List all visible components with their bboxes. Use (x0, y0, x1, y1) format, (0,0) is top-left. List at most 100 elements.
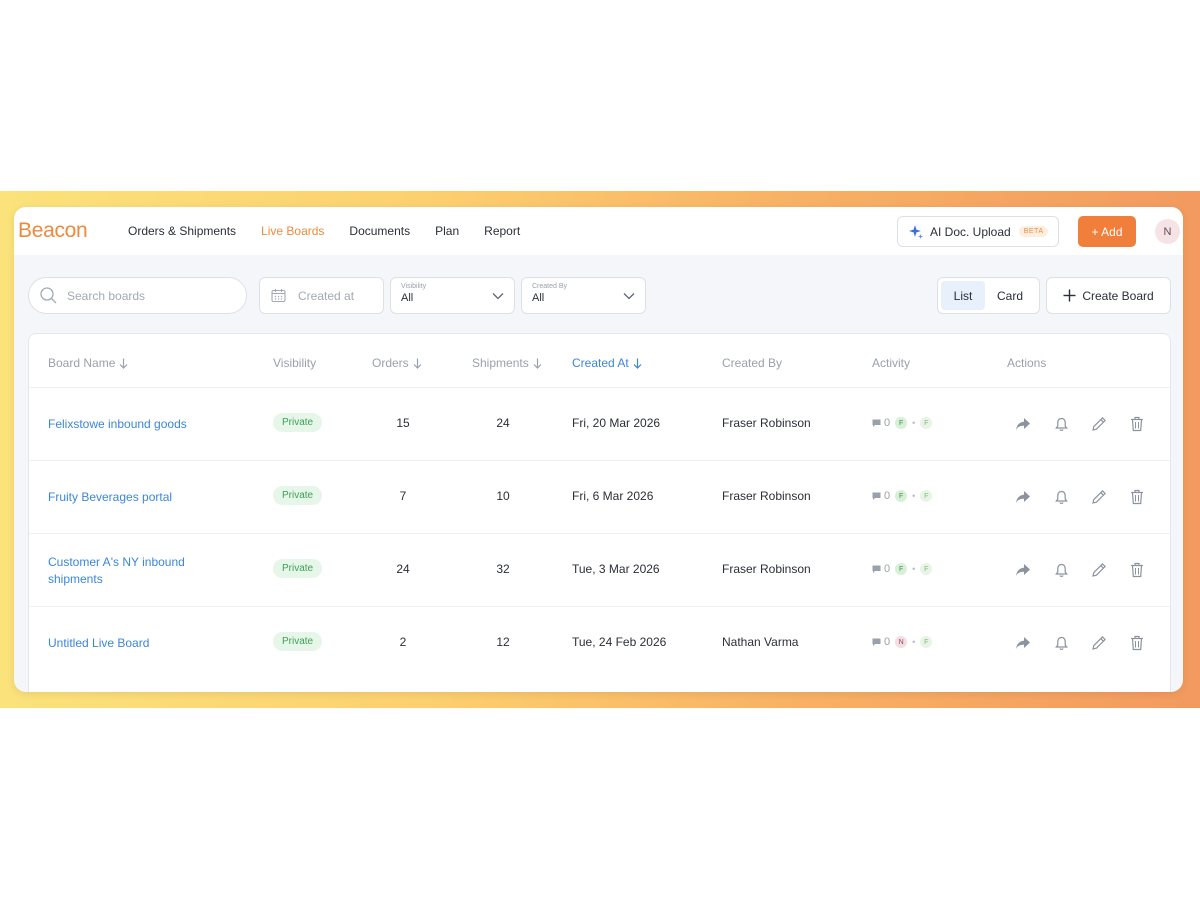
created-at-value: Tue, 24 Feb 2026 (572, 635, 667, 649)
created-by-value: Nathan Varma (722, 635, 799, 649)
created-by-select[interactable]: Created By All (521, 277, 646, 314)
chevron-down-icon (623, 293, 635, 300)
visibility-select-label: Visibility (401, 283, 427, 290)
add-button[interactable]: + Add (1078, 216, 1136, 247)
view-card-option[interactable]: Card (985, 281, 1035, 310)
board-name-link[interactable]: Untitled Live Board (48, 635, 208, 652)
edit-pencil-icon[interactable] (1090, 415, 1108, 433)
edit-pencil-icon[interactable] (1090, 634, 1108, 652)
trash-icon[interactable] (1128, 634, 1146, 652)
create-board-button[interactable]: Create Board (1046, 277, 1171, 314)
nav-plan[interactable]: Plan (435, 224, 459, 238)
orders-count: 2 (399, 635, 407, 649)
sort-arrow-icon (413, 358, 422, 369)
row-actions (1014, 634, 1166, 652)
share-icon[interactable] (1014, 561, 1032, 579)
bell-icon[interactable] (1052, 415, 1070, 433)
edit-pencil-icon[interactable] (1090, 561, 1108, 579)
edit-pencil-icon[interactable] (1090, 488, 1108, 506)
column-header-shipments[interactable]: Shipments (472, 356, 542, 370)
table-row[interactable]: Felixstowe inbound goods Private 15 24 Fri, … (29, 387, 1170, 460)
shipments-count: 24 (496, 416, 510, 430)
shipments-count: 32 (496, 562, 510, 576)
table-row[interactable]: Customer A's NY inbound shipments Private… (29, 533, 1170, 606)
view-toggle: List Card (937, 277, 1040, 314)
visibility-badge: Private (273, 559, 323, 578)
table-row[interactable]: Untitled Live Board Private 2 12 Tue, 24 Feb… (29, 606, 1170, 679)
comment-count: 0 (884, 563, 891, 575)
user-avatar[interactable]: N (1155, 219, 1180, 244)
created-by-value: Fraser Robinson (722, 562, 811, 576)
row-actions (1014, 488, 1166, 506)
created-at-value: Tue, 3 Mar 2026 (572, 562, 660, 576)
nav-documents[interactable]: Documents (349, 224, 410, 238)
trash-icon[interactable] (1128, 488, 1146, 506)
activity-summary: 0 F • F (872, 417, 933, 429)
nav-report[interactable]: Report (484, 224, 520, 238)
row-actions (1014, 415, 1166, 433)
app-window: Beacon Orders & Shipments Live Boards Do… (14, 207, 1183, 692)
column-header-orders[interactable]: Orders (372, 356, 422, 370)
activity-avatar: F (895, 490, 908, 502)
activity-summary: 0 N • F (872, 636, 933, 648)
bell-icon[interactable] (1052, 488, 1070, 506)
search-icon (40, 287, 57, 304)
separator-dot: • (912, 637, 916, 647)
view-list-option[interactable]: List (941, 281, 985, 310)
column-header-created-at[interactable]: Created At (572, 356, 642, 370)
search-input[interactable] (67, 288, 227, 303)
search-box[interactable] (28, 277, 247, 314)
activity-avatar: N (895, 636, 908, 648)
share-icon[interactable] (1014, 488, 1032, 506)
comment-icon (872, 492, 881, 500)
created-at-filter[interactable]: Created at (259, 277, 384, 314)
trash-icon[interactable] (1128, 415, 1146, 433)
row-actions (1014, 561, 1166, 579)
board-name-link[interactable]: Felixstowe inbound goods (48, 416, 208, 433)
separator-dot: • (912, 564, 916, 574)
ai-doc-upload-label: AI Doc. Upload (930, 224, 1011, 239)
column-header-activity: Activity (872, 356, 911, 370)
visibility-badge: Private (273, 632, 323, 651)
top-navigation-bar: Beacon Orders & Shipments Live Boards Do… (14, 207, 1183, 255)
separator-dot: • (912, 491, 916, 501)
sparkle-icon (909, 224, 923, 239)
board-name-link[interactable]: Customer A's NY inbound shipments (48, 554, 208, 588)
ai-doc-upload-button[interactable]: AI Doc. Upload BETA (897, 216, 1059, 247)
activity-summary: 0 F • F (872, 490, 933, 502)
shipments-count: 10 (496, 489, 510, 503)
visibility-select-value: All (401, 292, 414, 304)
nav-orders-shipments[interactable]: Orders & Shipments (128, 224, 236, 238)
create-board-label: Create Board (1082, 288, 1154, 303)
created-by-select-label: Created By (532, 283, 568, 290)
activity-summary: 0 F • F (872, 563, 933, 575)
share-icon[interactable] (1014, 634, 1032, 652)
plus-icon (1063, 289, 1076, 302)
activity-avatar: F (920, 490, 933, 502)
activity-avatar: F (920, 417, 933, 429)
column-header-created-by[interactable]: Created By (722, 356, 782, 370)
column-header-visibility[interactable]: Visibility (273, 356, 316, 370)
column-header-board-name[interactable]: Board Name (48, 356, 128, 370)
created-by-value: Fraser Robinson (722, 489, 811, 503)
table-row[interactable]: Fruity Beverages portal Private 7 10 Fri, 6 … (29, 460, 1170, 533)
share-icon[interactable] (1014, 415, 1032, 433)
orders-count: 15 (396, 416, 410, 430)
calendar-icon (271, 289, 286, 303)
board-name-link[interactable]: Fruity Beverages portal (48, 489, 208, 506)
boards-table: Board Name Visibility Orders Shipments C… (28, 333, 1171, 692)
activity-avatar: F (895, 417, 908, 429)
trash-icon[interactable] (1128, 561, 1146, 579)
comment-count: 0 (884, 636, 891, 648)
nav-live-boards[interactable]: Live Boards (261, 224, 324, 238)
beacon-logo[interactable]: Beacon (18, 219, 88, 243)
visibility-select[interactable]: Visibility All (390, 277, 515, 314)
sort-arrow-icon (633, 358, 642, 369)
chevron-down-icon (492, 293, 504, 300)
shipments-count: 12 (496, 635, 510, 649)
created-at-placeholder: Created at (298, 288, 355, 303)
activity-avatar: F (895, 563, 908, 575)
bell-icon[interactable] (1052, 561, 1070, 579)
created-at-value: Fri, 6 Mar 2026 (572, 489, 654, 503)
bell-icon[interactable] (1052, 634, 1070, 652)
